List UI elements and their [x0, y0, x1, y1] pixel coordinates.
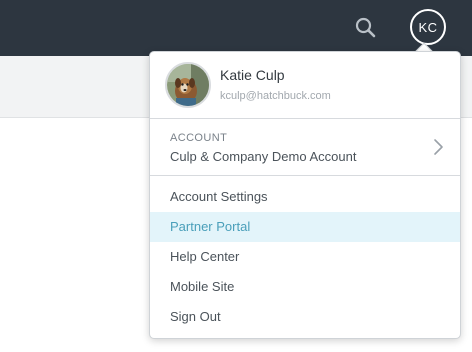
search-icon	[355, 17, 376, 38]
chevron-right-icon	[434, 139, 443, 155]
menu-item-partner-portal[interactable]: Partner Portal	[150, 212, 460, 242]
menu-item-sign-out[interactable]: Sign Out	[150, 302, 460, 332]
menu-list: Account Settings Partner Portal Help Cen…	[150, 182, 460, 332]
account-name: Culp & Company Demo Account	[170, 149, 357, 164]
account-switcher[interactable]: ACCOUNT Culp & Company Demo Account	[150, 119, 460, 176]
page: KC Katie Culp kculp@hatchbuck.com ACCOUN…	[0, 0, 472, 352]
profile-photo	[165, 62, 211, 108]
menu-item-account-settings[interactable]: Account Settings	[150, 182, 460, 212]
search-button[interactable]	[352, 14, 380, 42]
account-label: ACCOUNT	[170, 132, 228, 144]
top-nav-bar: KC	[0, 0, 472, 56]
user-dropdown-menu: Katie Culp kculp@hatchbuck.com ACCOUNT C…	[149, 51, 461, 339]
menu-item-mobile-site[interactable]: Mobile Site	[150, 272, 460, 302]
user-initials: KC	[418, 19, 438, 35]
profile-email: kculp@hatchbuck.com	[220, 90, 331, 102]
menu-item-help-center[interactable]: Help Center	[150, 242, 460, 272]
profile-section: Katie Culp kculp@hatchbuck.com	[150, 52, 460, 119]
profile-name: Katie Culp	[220, 67, 285, 83]
user-menu-button[interactable]: KC	[410, 9, 446, 45]
